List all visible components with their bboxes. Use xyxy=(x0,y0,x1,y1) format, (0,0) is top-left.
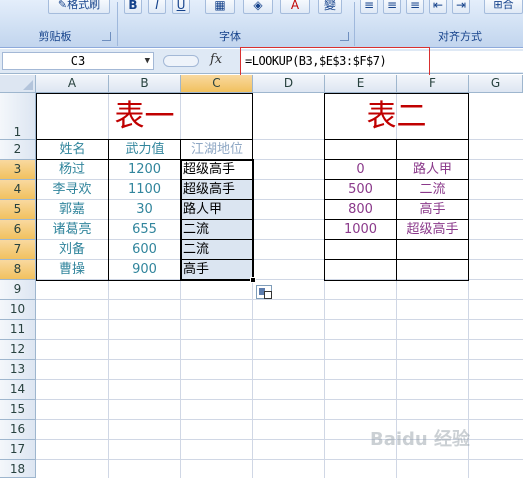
column-header-b[interactable]: B xyxy=(109,75,181,93)
force-cell[interactable]: 30 xyxy=(109,200,180,220)
name-cell[interactable]: 诸葛亮 xyxy=(36,220,108,240)
row-header-18[interactable]: 18 xyxy=(0,460,36,478)
bold-button[interactable]: B xyxy=(124,0,142,14)
indent-button[interactable]: ⇤ xyxy=(429,0,447,14)
force-cell[interactable]: 655 xyxy=(109,220,180,240)
fill-color-button[interactable]: ◈ xyxy=(243,0,273,14)
select-all-corner[interactable] xyxy=(0,75,36,93)
name-box[interactable]: C3 ▼ xyxy=(2,52,154,70)
indent-increase-icon: ⇥ xyxy=(455,0,467,12)
alignment-group-label: 对齐方式 xyxy=(438,30,482,43)
expand-handle[interactable] xyxy=(163,55,199,67)
force-cell[interactable]: 1200 xyxy=(109,160,180,180)
borders-button[interactable]: ▦ xyxy=(205,0,235,14)
merge-icon: ⊞ xyxy=(493,0,503,11)
font-group-label: 字体 xyxy=(219,30,241,43)
row-header-16[interactable]: 16 xyxy=(0,420,36,440)
column-header-c[interactable]: C xyxy=(181,75,253,93)
paste-options-icon[interactable] xyxy=(256,285,272,299)
level-cell[interactable]: 高手 xyxy=(397,200,468,220)
table1-header-status: 江湖地位 xyxy=(190,142,243,157)
brush-icon: ✎ xyxy=(57,0,68,11)
indent-icon: ⇤ xyxy=(432,0,444,12)
ribbon: ✎格式刷 剪贴板 B I U ▦ ◈ A 變 字体 ≡ ≡ ≡ ⇤ ⇥ ⊞合 对… xyxy=(0,0,523,48)
row-header-14[interactable]: 14 xyxy=(0,380,36,400)
align-center-icon: ≡ xyxy=(386,0,398,12)
clipboard-dialog-launcher[interactable] xyxy=(102,32,111,41)
row-header-12[interactable]: 12 xyxy=(0,340,36,360)
row-header-1[interactable]: 1 xyxy=(0,93,36,140)
align-right-button[interactable]: ≡ xyxy=(406,0,424,14)
insert-function-button[interactable]: fx xyxy=(210,52,222,67)
align-right-icon: ≡ xyxy=(409,0,421,12)
row-header-15[interactable]: 15 xyxy=(0,400,36,420)
row-header-17[interactable]: 17 xyxy=(0,440,36,460)
table1-title: 表一 xyxy=(114,99,175,134)
column-header-f[interactable]: F xyxy=(397,75,469,93)
force-cell[interactable]: 900 xyxy=(109,260,180,280)
column-header-g[interactable]: G xyxy=(469,75,523,93)
row-header-10[interactable]: 10 xyxy=(0,300,36,320)
level-cell[interactable]: 二流 xyxy=(397,180,468,200)
fill-bucket-icon: ◈ xyxy=(253,0,263,12)
row-header-6[interactable]: 6 xyxy=(0,220,36,240)
font-color-button[interactable]: A xyxy=(280,0,310,14)
row-header-2[interactable]: 2 xyxy=(0,140,36,160)
italic-button[interactable]: I xyxy=(148,0,166,14)
baidu-watermark: Baidu 经验 xyxy=(370,429,471,450)
table1-header-force: 武力值 xyxy=(125,142,165,157)
row-header-13[interactable]: 13 xyxy=(0,360,36,380)
row-header-3[interactable]: 3 xyxy=(0,160,36,180)
merge-button[interactable]: ⊞合 xyxy=(484,0,523,14)
threshold-cell[interactable]: 500 xyxy=(325,180,396,200)
name-cell[interactable]: 刘备 xyxy=(36,240,108,260)
underline-button[interactable]: U xyxy=(172,0,190,14)
format-painter-button[interactable]: ✎格式刷 xyxy=(48,0,110,14)
name-cell[interactable]: 曹操 xyxy=(36,260,108,280)
align-left-button[interactable]: ≡ xyxy=(360,0,378,14)
table1-header-name: 姓名 xyxy=(59,142,86,157)
force-cell[interactable]: 1100 xyxy=(109,180,180,200)
align-center-button[interactable]: ≡ xyxy=(383,0,401,14)
phonetic-button[interactable]: 變 xyxy=(318,0,342,14)
indent-increase-button[interactable]: ⇥ xyxy=(452,0,470,14)
name-cell[interactable]: 李寻欢 xyxy=(36,180,108,200)
force-cell[interactable]: 600 xyxy=(109,240,180,260)
column-header-a[interactable]: A xyxy=(36,75,109,93)
column-header-e[interactable]: E xyxy=(325,75,397,93)
threshold-cell[interactable]: 800 xyxy=(325,200,396,220)
selection-outline xyxy=(180,159,254,281)
row-header-9[interactable]: 9 xyxy=(0,280,36,300)
threshold-cell[interactable]: 0 xyxy=(325,160,396,180)
clipboard-group-label: 剪贴板 xyxy=(38,30,72,43)
row-header-4[interactable]: 4 xyxy=(0,180,36,200)
name-cell[interactable]: 郭嘉 xyxy=(36,200,108,220)
align-left-icon: ≡ xyxy=(363,0,375,12)
row-header-11[interactable]: 11 xyxy=(0,320,36,340)
level-cell[interactable]: 路人甲 xyxy=(397,160,468,180)
row-header-5[interactable]: 5 xyxy=(0,200,36,220)
row-header-8[interactable]: 8 xyxy=(0,260,36,280)
fill-handle[interactable] xyxy=(250,277,256,283)
threshold-cell[interactable]: 1000 xyxy=(325,220,396,240)
table2-title: 表二 xyxy=(366,99,427,134)
column-header-d[interactable]: D xyxy=(253,75,325,93)
level-cell[interactable]: 超级高手 xyxy=(397,220,468,240)
chevron-down-icon[interactable]: ▼ xyxy=(145,53,150,69)
row-header-7[interactable]: 7 xyxy=(0,240,36,260)
borders-icon: ▦ xyxy=(214,0,226,12)
name-cell[interactable]: 杨过 xyxy=(36,160,108,180)
font-dialog-launcher[interactable] xyxy=(340,32,349,41)
